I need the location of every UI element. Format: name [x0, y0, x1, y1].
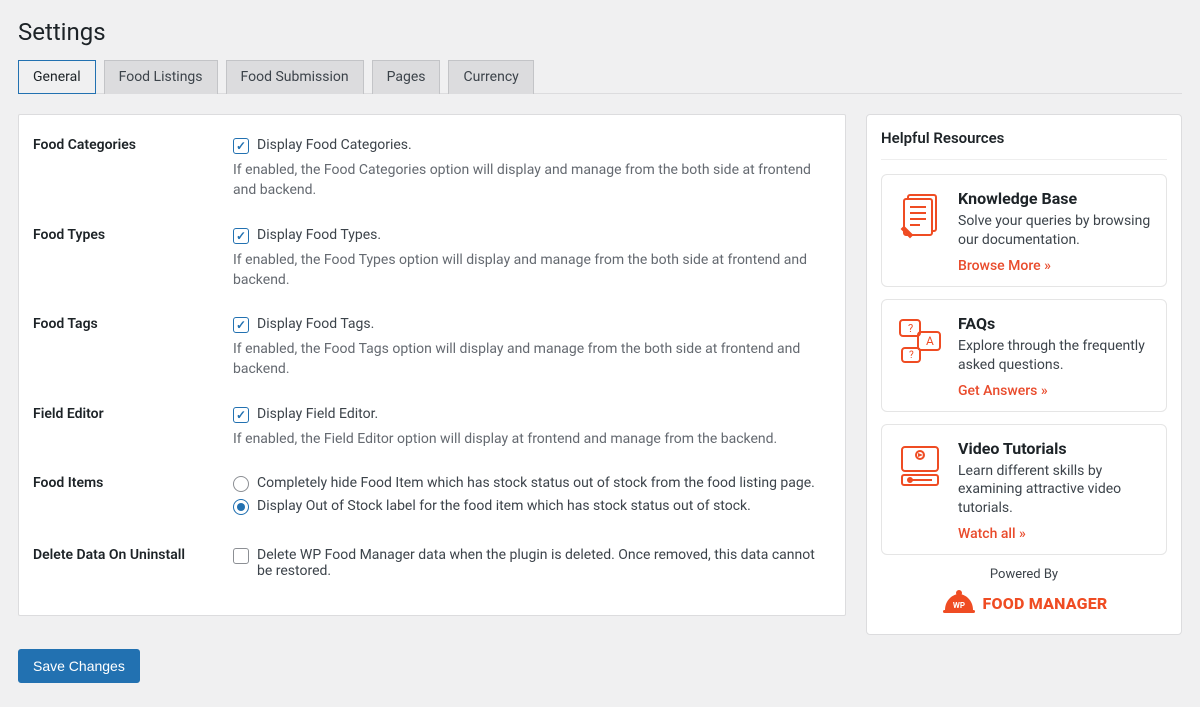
setting-field-editor: Field Editor Display Field Editor. If en…: [33, 406, 817, 449]
checkbox-icon: [233, 407, 249, 423]
radio-hide-out-of-stock[interactable]: Completely hide Food Item which has stoc…: [233, 475, 817, 492]
radio-display-out-of-stock-label[interactable]: Display Out of Stock label for the food …: [233, 498, 817, 515]
setting-description: If enabled, the Food Types option will d…: [233, 250, 817, 291]
radio-icon: [233, 499, 249, 515]
document-icon: [896, 189, 944, 241]
svg-text:?: ?: [909, 350, 914, 361]
setting-food-types: Food Types Display Food Types. If enable…: [33, 227, 817, 291]
setting-food-items: Food Items Completely hide Food Item whi…: [33, 475, 817, 521]
radio-label: Display Out of Stock label for the food …: [257, 498, 751, 514]
resource-knowledge-base: Knowledge Base Solve your queries by bro…: [881, 174, 1167, 287]
checkbox-label: Display Food Categories.: [257, 137, 412, 153]
checkbox-icon: [233, 317, 249, 333]
setting-food-tags: Food Tags Display Food Tags. If enabled,…: [33, 316, 817, 380]
setting-label: Food Categories: [33, 137, 233, 201]
checkbox-label: Display Food Types.: [257, 227, 381, 243]
checkbox-icon: [233, 548, 249, 564]
svg-text:WP: WP: [952, 601, 964, 610]
tab-currency[interactable]: Currency: [448, 60, 533, 94]
resource-desc: Solve your queries by browsing our docum…: [958, 212, 1152, 250]
food-manager-logo-icon: WP: [941, 588, 977, 618]
resource-title: FAQs: [958, 314, 1152, 333]
resource-title: Video Tutorials: [958, 439, 1152, 458]
setting-description: If enabled, the Food Tags option will di…: [233, 339, 817, 380]
brand-logo: WP FOOD MANAGER: [941, 588, 1108, 618]
resource-link-get-answers[interactable]: Get Answers »: [958, 383, 1048, 399]
page-title: Settings: [18, 18, 1182, 46]
checkbox-icon: [233, 138, 249, 154]
setting-food-categories: Food Categories Display Food Categories.…: [33, 137, 817, 201]
powered-by-label: Powered By: [881, 567, 1167, 582]
save-changes-button[interactable]: Save Changes: [18, 649, 140, 683]
checkbox-food-categories[interactable]: Display Food Categories.: [233, 137, 817, 154]
tab-food-listings[interactable]: Food Listings: [104, 60, 218, 94]
radio-icon: [233, 476, 249, 492]
resource-link-browse-more[interactable]: Browse More »: [958, 258, 1051, 274]
resource-desc: Learn different skills by examining attr…: [958, 462, 1152, 519]
setting-label: Food Tags: [33, 316, 233, 380]
tab-pages[interactable]: Pages: [372, 60, 441, 94]
checkbox-label: Display Field Editor.: [257, 406, 378, 422]
checkbox-delete-data[interactable]: Delete WP Food Manager data when the plu…: [233, 547, 817, 579]
setting-label: Field Editor: [33, 406, 233, 449]
resource-desc: Explore through the frequently asked que…: [958, 337, 1152, 375]
checkbox-label: Display Food Tags.: [257, 316, 374, 332]
resource-link-watch-all[interactable]: Watch all »: [958, 526, 1026, 542]
svg-text:A: A: [926, 334, 934, 348]
resource-video-tutorials: Video Tutorials Learn different skills b…: [881, 424, 1167, 556]
setting-delete-data-on-uninstall: Delete Data On Uninstall Delete WP Food …: [33, 547, 817, 585]
tab-food-submission[interactable]: Food Submission: [226, 60, 364, 94]
checkbox-label: Delete WP Food Manager data when the plu…: [257, 547, 817, 579]
video-icon: [896, 439, 944, 491]
powered-by-section: Powered By WP FOOD MANAGER: [881, 567, 1167, 622]
setting-label: Food Types: [33, 227, 233, 291]
resource-title: Knowledge Base: [958, 189, 1152, 208]
brand-name: FOOD MANAGER: [983, 594, 1108, 613]
settings-content-panel: Food Categories Display Food Categories.…: [18, 114, 846, 616]
setting-label: Delete Data On Uninstall: [33, 547, 233, 585]
checkbox-food-tags[interactable]: Display Food Tags.: [233, 316, 817, 333]
faq-icon: ? A ?: [896, 314, 944, 366]
checkbox-food-types[interactable]: Display Food Types.: [233, 227, 817, 244]
helpful-resources-panel: Helpful Resources Knowledge Base: [866, 114, 1182, 635]
sidebar-heading: Helpful Resources: [881, 129, 1167, 160]
settings-tabs: General Food Listings Food Submission Pa…: [18, 60, 1182, 94]
setting-description: If enabled, the Food Categories option w…: [233, 160, 817, 201]
resource-faqs: ? A ? FAQs Explore through the frequentl…: [881, 299, 1167, 412]
checkbox-field-editor[interactable]: Display Field Editor.: [233, 406, 817, 423]
tab-general[interactable]: General: [18, 60, 96, 94]
setting-description: If enabled, the Field Editor option will…: [233, 429, 817, 449]
checkbox-icon: [233, 228, 249, 244]
svg-text:?: ?: [908, 322, 913, 335]
radio-label: Completely hide Food Item which has stoc…: [257, 475, 815, 491]
setting-label: Food Items: [33, 475, 233, 521]
